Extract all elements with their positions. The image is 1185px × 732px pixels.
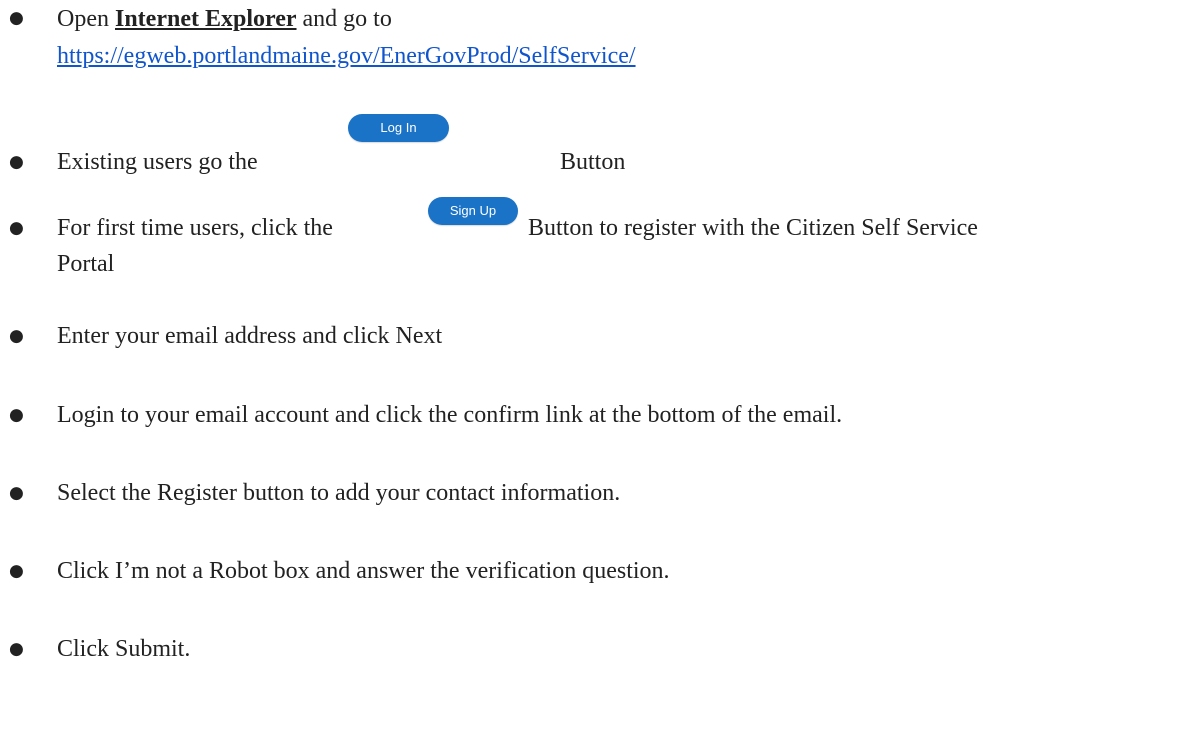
step1-mid: and go to bbox=[296, 6, 392, 32]
list-item-text: Open Internet Explorer and go to https:/… bbox=[57, 1, 1177, 74]
bullet-icon: ● bbox=[9, 152, 24, 172]
list-item-register: ● Select the Register button to add your… bbox=[0, 475, 1185, 511]
step3-continuation: Portal bbox=[57, 251, 115, 277]
bullet-icon: ● bbox=[9, 218, 24, 238]
bullet-icon: ● bbox=[9, 561, 24, 581]
bullet-icon: ● bbox=[9, 405, 24, 425]
step8-text: Click Submit. bbox=[57, 636, 191, 662]
list-item-open-browser: ● Open Internet Explorer and go to https… bbox=[0, 0, 1185, 80]
self-service-url-link[interactable]: https://egweb.portlandmaine.gov/EnerGovP… bbox=[57, 43, 636, 69]
bullet-icon: ● bbox=[9, 639, 24, 659]
list-item-first-time-users: ● For first time users, click the Sign U… bbox=[0, 197, 1185, 282]
list-item-submit: ● Click Submit. bbox=[0, 631, 1185, 667]
list-item-enter-email: ● Enter your email address and click Nex… bbox=[0, 318, 1185, 354]
step2-suffix: Button bbox=[560, 149, 626, 175]
list-item-confirm-email: ● Login to your email account and click … bbox=[0, 397, 1185, 433]
instruction-document: ● Open Internet Explorer and go to https… bbox=[0, 0, 1185, 732]
sign-up-button[interactable]: Sign Up bbox=[428, 197, 518, 225]
step7-text: Click I’m not a Robot box and answer the… bbox=[57, 558, 670, 584]
bullet-icon: ● bbox=[9, 326, 24, 346]
list-item-existing-users: ● Existing users go the Log In Button bbox=[0, 114, 1185, 180]
bullet-icon: ● bbox=[9, 8, 24, 28]
log-in-button[interactable]: Log In bbox=[348, 114, 449, 142]
step4-text: Enter your email address and click Next bbox=[57, 323, 443, 349]
internet-explorer-label: Internet Explorer bbox=[114, 6, 297, 32]
bullet-icon: ● bbox=[9, 483, 24, 503]
list-item-captcha: ● Click I’m not a Robot box and answer t… bbox=[0, 553, 1185, 589]
step5-text: Login to your email account and click th… bbox=[57, 402, 843, 428]
step3-suffix: Button to register with the Citizen Self… bbox=[528, 215, 978, 241]
step1-prefix: Open bbox=[57, 6, 115, 32]
step6-text: Select the Register button to add your c… bbox=[57, 480, 621, 506]
